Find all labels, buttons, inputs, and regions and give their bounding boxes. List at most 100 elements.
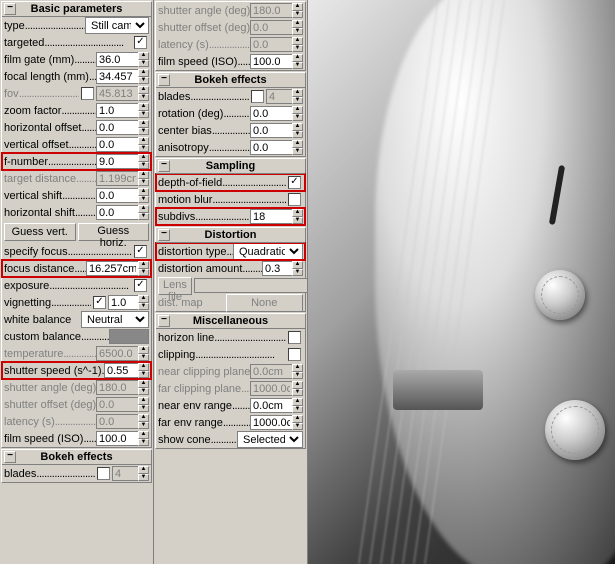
shutter-offset-input bbox=[250, 20, 292, 35]
collapse-icon[interactable]: − bbox=[158, 229, 170, 241]
spinner-arrows[interactable]: ▲▼ bbox=[292, 89, 303, 104]
custom-balance-label: custom balance bbox=[4, 331, 109, 343]
blades-checkbox[interactable] bbox=[97, 467, 110, 480]
shutter-angle-row: shutter angle (deg) ▲▼ bbox=[2, 379, 151, 396]
distortion-type-select[interactable]: Quadratic bbox=[233, 243, 303, 260]
bokeh-header[interactable]: − Bokeh effects bbox=[2, 450, 151, 465]
spinner-arrows[interactable]: ▲▼ bbox=[138, 137, 149, 152]
film-gate-input[interactable] bbox=[96, 52, 138, 67]
blades-checkbox[interactable] bbox=[251, 90, 264, 103]
guitar-bridge bbox=[393, 370, 483, 410]
spinner-arrows[interactable]: ▲▼ bbox=[292, 140, 303, 155]
focal-length-input[interactable] bbox=[96, 69, 138, 84]
spinner-arrows[interactable]: ▲▼ bbox=[292, 398, 303, 413]
spinner-arrows[interactable]: ▲▼ bbox=[138, 397, 149, 412]
fov-checkbox[interactable] bbox=[81, 87, 94, 100]
bokeh-header[interactable]: − Bokeh effects bbox=[156, 73, 305, 88]
film-speed-input[interactable] bbox=[250, 54, 292, 69]
section-title: Bokeh effects bbox=[194, 74, 266, 86]
collapse-icon[interactable]: − bbox=[158, 74, 170, 86]
h-offset-input[interactable] bbox=[96, 120, 138, 135]
spinner-arrows[interactable]: ▲▼ bbox=[292, 209, 303, 224]
center-bias-input[interactable] bbox=[250, 123, 292, 138]
spinner-arrows[interactable]: ▲▼ bbox=[138, 103, 149, 118]
sampling-header[interactable]: − Sampling bbox=[156, 159, 305, 174]
basic-params-header[interactable]: − Basic parameters bbox=[2, 2, 151, 17]
targeted-checkbox[interactable]: ✓ bbox=[134, 36, 147, 49]
spinner-arrows[interactable]: ▲▼ bbox=[138, 346, 149, 361]
spinner-arrows[interactable]: ▲▼ bbox=[138, 52, 149, 67]
far-env-input[interactable] bbox=[250, 415, 292, 430]
near-env-label: near env range bbox=[158, 400, 250, 412]
collapse-icon[interactable]: − bbox=[158, 315, 170, 327]
spinner-arrows[interactable]: ▲▼ bbox=[292, 415, 303, 430]
spinner-arrows[interactable]: ▲▼ bbox=[138, 120, 149, 135]
spinner-arrows[interactable]: ▲▼ bbox=[138, 380, 149, 395]
type-select[interactable]: Still cam bbox=[85, 17, 149, 34]
guess-horiz-button[interactable]: Guess horiz. bbox=[78, 223, 150, 241]
v-offset-input[interactable] bbox=[96, 137, 138, 152]
spinner-arrows[interactable]: ▲▼ bbox=[292, 106, 303, 121]
distortion-header[interactable]: − Distortion bbox=[156, 228, 305, 243]
clipping-checkbox[interactable] bbox=[288, 348, 301, 361]
white-balance-select[interactable]: Neutral bbox=[81, 311, 149, 328]
spinner-arrows[interactable]: ▲▼ bbox=[138, 69, 149, 84]
spinner-arrows[interactable]: ▲▼ bbox=[292, 364, 303, 379]
targeted-label: targeted bbox=[4, 37, 132, 49]
specify-focus-label: specify focus bbox=[4, 246, 132, 258]
spinner-arrows[interactable]: ▲▼ bbox=[292, 20, 303, 35]
anisotropy-input[interactable] bbox=[250, 140, 292, 155]
spinner-arrows[interactable]: ▲▼ bbox=[138, 205, 149, 220]
misc-section: − Miscellaneous horizon line clipping ne… bbox=[155, 313, 306, 449]
subdivs-input[interactable] bbox=[250, 209, 292, 224]
blades-label: blades bbox=[4, 468, 95, 480]
motion-blur-checkbox[interactable] bbox=[288, 193, 301, 206]
film-speed-input[interactable] bbox=[96, 431, 138, 446]
misc-header[interactable]: − Miscellaneous bbox=[156, 314, 305, 329]
spinner-arrows[interactable]: ▲▼ bbox=[138, 171, 149, 186]
fnumber-row: f-number ▲▼ bbox=[2, 153, 151, 170]
section-title: Distortion bbox=[205, 229, 257, 241]
spinner-arrows[interactable]: ▲▼ bbox=[292, 54, 303, 69]
spinner-arrows[interactable]: ▲▼ bbox=[138, 261, 149, 276]
vignetting-checkbox[interactable]: ✓ bbox=[93, 296, 106, 309]
exposure-checkbox[interactable]: ✓ bbox=[134, 279, 147, 292]
v-shift-input[interactable] bbox=[96, 188, 138, 203]
shutter-angle-input bbox=[96, 380, 138, 395]
show-cone-select[interactable]: Selected bbox=[237, 431, 303, 448]
focal-length-row: focal length (mm) ▲▼ bbox=[2, 68, 151, 85]
spinner-arrows[interactable]: ▲▼ bbox=[138, 414, 149, 429]
vignetting-label: vignetting bbox=[4, 297, 91, 309]
spinner-arrows[interactable]: ▲▼ bbox=[292, 261, 303, 276]
guess-vert-button[interactable]: Guess vert. bbox=[4, 223, 76, 241]
spinner-arrows[interactable]: ▲▼ bbox=[138, 363, 149, 378]
spinner-arrows[interactable]: ▲▼ bbox=[292, 123, 303, 138]
spinner-arrows[interactable]: ▲▼ bbox=[138, 431, 149, 446]
shutter-speed-input[interactable] bbox=[104, 363, 138, 378]
spinner-arrows[interactable]: ▲▼ bbox=[292, 3, 303, 18]
spinner-arrows[interactable]: ▲▼ bbox=[292, 37, 303, 52]
collapse-icon[interactable]: − bbox=[4, 451, 16, 463]
spinner-arrows[interactable]: ▲▼ bbox=[138, 466, 149, 481]
specify-focus-checkbox[interactable]: ✓ bbox=[134, 245, 147, 258]
spinner-arrows[interactable]: ▲▼ bbox=[138, 188, 149, 203]
distortion-amount-input[interactable] bbox=[262, 261, 292, 276]
section-title: Bokeh effects bbox=[40, 451, 112, 463]
near-env-input[interactable] bbox=[250, 398, 292, 413]
rotation-input[interactable] bbox=[250, 106, 292, 121]
focus-dist-input[interactable] bbox=[86, 261, 138, 276]
spinner-arrows[interactable]: ▲▼ bbox=[292, 381, 303, 396]
spinner-arrows[interactable]: ▲▼ bbox=[138, 86, 149, 101]
horizon-checkbox[interactable] bbox=[288, 331, 301, 344]
custom-balance-swatch[interactable] bbox=[109, 329, 149, 344]
collapse-icon[interactable]: − bbox=[4, 3, 16, 15]
collapse-icon[interactable]: − bbox=[158, 160, 170, 172]
vignetting-input[interactable] bbox=[108, 295, 138, 310]
spinner-arrows[interactable]: ▲▼ bbox=[138, 295, 149, 310]
zoom-factor-input[interactable] bbox=[96, 103, 138, 118]
spinner-arrows[interactable]: ▲▼ bbox=[138, 154, 149, 169]
dof-checkbox[interactable]: ✓ bbox=[288, 176, 301, 189]
fnumber-input[interactable] bbox=[96, 154, 138, 169]
guess-buttons: Guess vert. Guess horiz. bbox=[2, 221, 151, 243]
h-shift-input[interactable] bbox=[96, 205, 138, 220]
